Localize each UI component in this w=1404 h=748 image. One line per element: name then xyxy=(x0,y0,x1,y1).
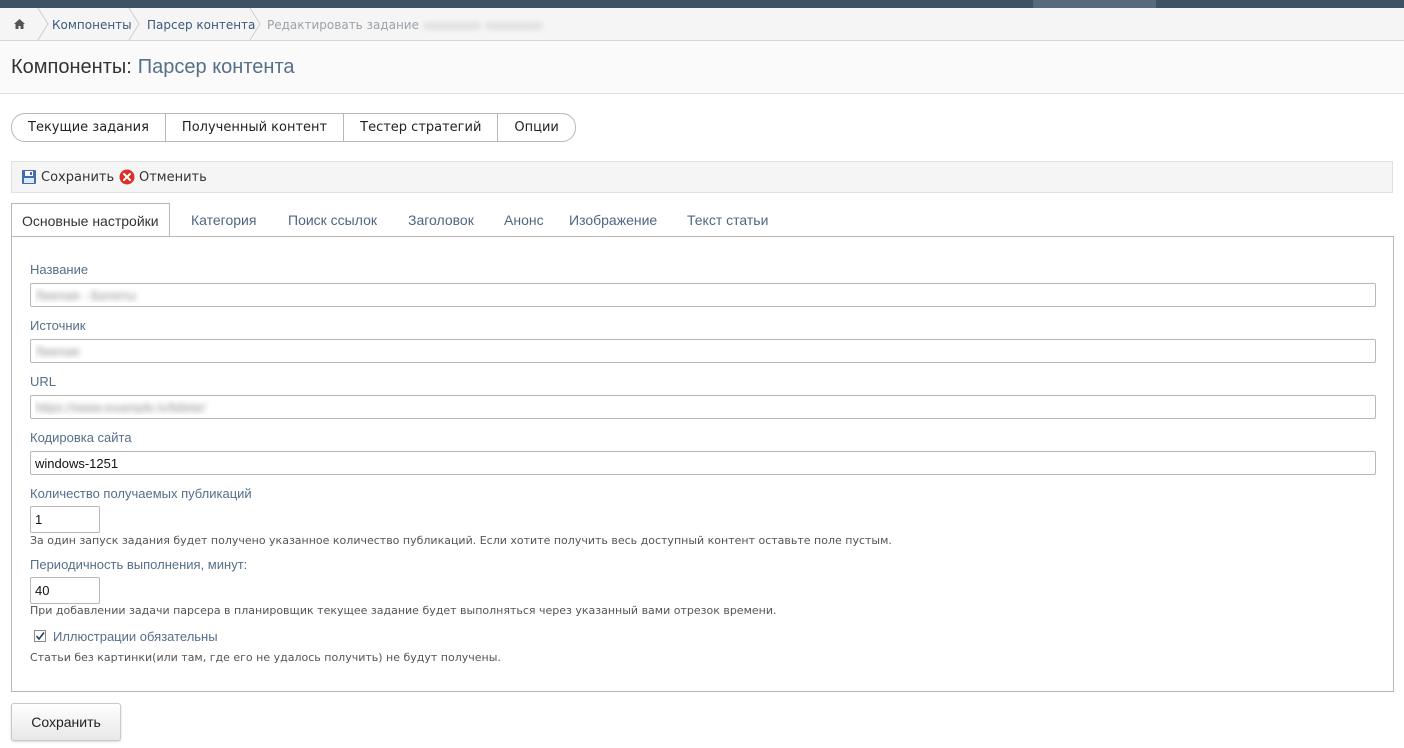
toolbar-cancel-button[interactable]: Отменить xyxy=(119,169,207,185)
period-hint: При добавлении задачи парсера в планиров… xyxy=(30,604,777,617)
count-label: Количество получаемых публикаций xyxy=(30,486,252,501)
count-hint: За один запуск задания будет получено ук… xyxy=(30,534,892,547)
toolbar-save-button[interactable]: Сохранить xyxy=(21,169,114,185)
top-bar xyxy=(0,0,1404,8)
encoding-label: Кодировка сайта xyxy=(30,430,132,445)
toolbar-cancel-label: Отменить xyxy=(139,169,207,185)
page-title-sub: Парсер контента xyxy=(137,56,295,78)
name-field[interactable] xyxy=(30,283,1376,307)
encoding-field[interactable] xyxy=(30,451,1376,475)
check-icon xyxy=(35,632,45,641)
tab-image[interactable]: Изображение xyxy=(569,203,657,236)
tab-announce[interactable]: Анонс xyxy=(504,203,544,236)
top-bar-highlight xyxy=(1033,0,1156,8)
source-label: Источник xyxy=(30,318,86,333)
url-field[interactable] xyxy=(30,395,1376,419)
page-title: Компоненты: Парсер контента xyxy=(11,56,295,79)
page-title-main: Компоненты: xyxy=(11,56,132,78)
breadcrumb-item-parser[interactable]: Парсер контента xyxy=(147,8,255,40)
nav-received-content[interactable]: Полученный контент xyxy=(166,114,345,141)
illustrations-hint: Статьи без картинки(или там, где его не … xyxy=(30,651,501,664)
period-field[interactable] xyxy=(30,577,100,604)
nav-options[interactable]: Опции xyxy=(498,114,574,141)
save-button[interactable]: Сохранить xyxy=(11,703,121,741)
tab-category[interactable]: Категория xyxy=(191,203,256,236)
tab-article-text[interactable]: Текст статьи xyxy=(687,203,768,236)
breadcrumb-separator xyxy=(37,8,49,40)
breadcrumb-item-components[interactable]: Компоненты xyxy=(52,8,132,40)
component-nav: Текущие задания Полученный контент Тесте… xyxy=(11,113,576,142)
name-label: Название xyxy=(30,262,89,277)
breadcrumb-home[interactable] xyxy=(8,8,30,40)
period-label: Периодичность выполнения, минут: xyxy=(30,557,248,572)
cancel-icon xyxy=(119,169,135,185)
count-field[interactable] xyxy=(30,506,100,533)
home-icon xyxy=(13,19,25,29)
page-header: Компоненты: Парсер контента xyxy=(0,41,1404,94)
redacted-text xyxy=(484,21,543,30)
settings-panel: Название Источник URL Кодировка сайта Ко… xyxy=(11,236,1394,692)
tab-basic-settings[interactable]: Основные настройки xyxy=(11,203,170,238)
breadcrumb: Компоненты Парсер контента Редактировать… xyxy=(0,8,1404,41)
breadcrumb-current: Редактировать задание xyxy=(267,8,543,40)
redacted-text xyxy=(422,21,481,30)
breadcrumb-separator xyxy=(249,8,261,40)
nav-strategy-tester[interactable]: Тестер стратегий xyxy=(344,114,499,141)
source-field[interactable] xyxy=(30,339,1376,363)
floppy-disk-icon xyxy=(22,170,36,184)
toolbar-save-label: Сохранить xyxy=(41,169,115,185)
url-label: URL xyxy=(30,374,57,389)
illustrations-checkbox[interactable] xyxy=(34,630,46,642)
nav-current-tasks[interactable]: Текущие задания xyxy=(12,114,166,141)
breadcrumb-current-label: Редактировать задание xyxy=(267,18,419,32)
illustrations-label: Иллюстрации обязательны xyxy=(53,629,218,644)
tab-title[interactable]: Заголовок xyxy=(408,203,474,236)
breadcrumb-separator xyxy=(128,8,140,40)
toolbar: Сохранить Отменить xyxy=(11,161,1393,193)
tab-link-search[interactable]: Поиск ссылок xyxy=(288,203,377,236)
